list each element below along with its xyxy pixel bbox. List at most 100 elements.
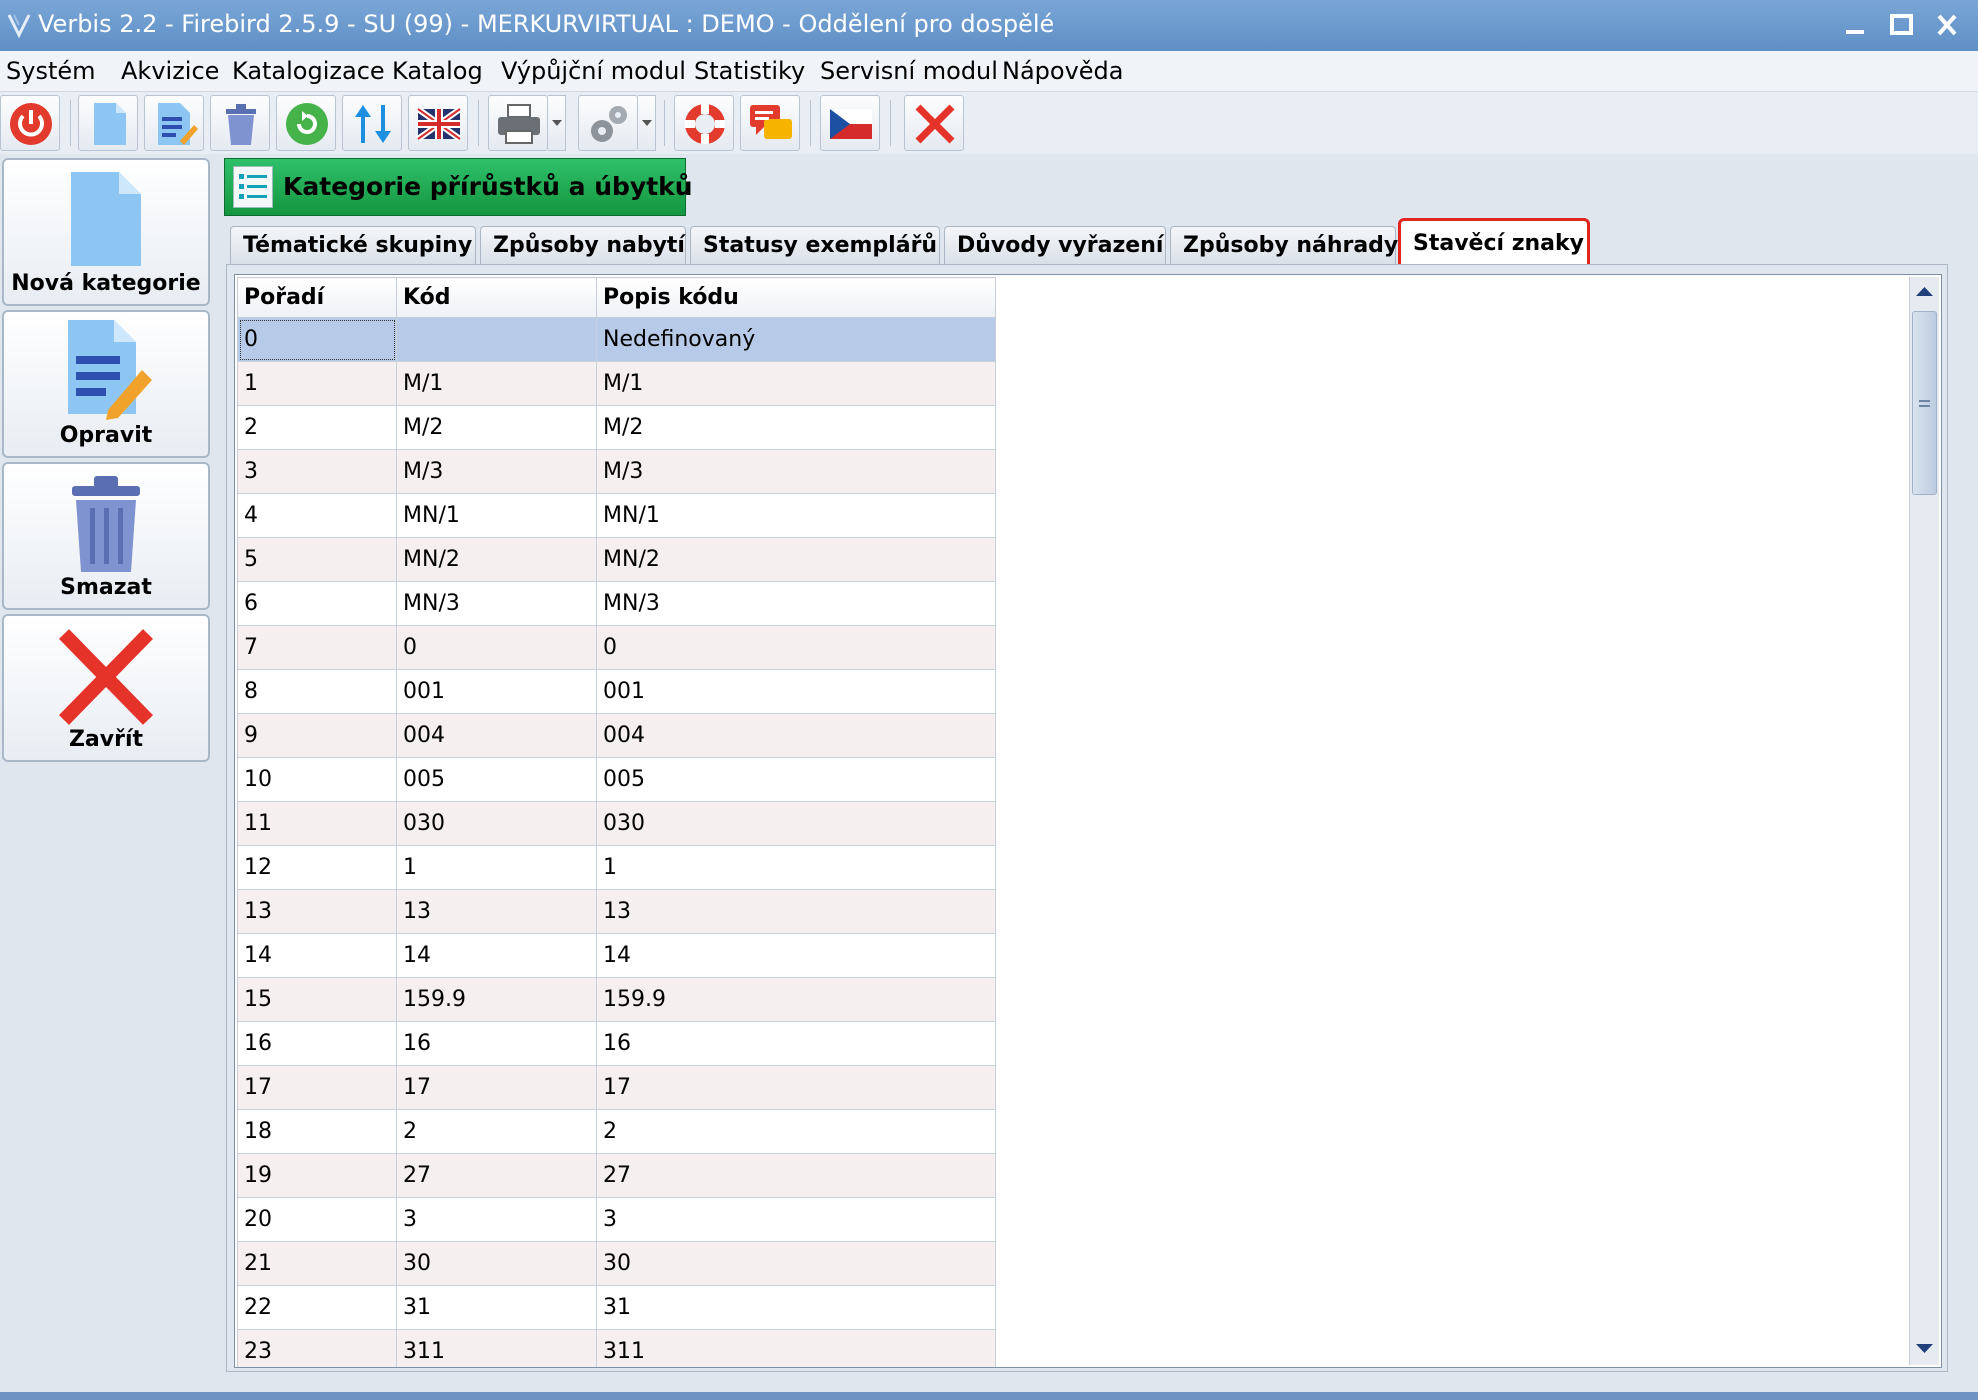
- cell-description[interactable]: 3: [596, 1197, 996, 1242]
- cell-code[interactable]: MN/3: [396, 581, 597, 626]
- cell-code[interactable]: 27: [396, 1153, 597, 1198]
- table-row[interactable]: 1 M/1 M/1: [237, 361, 996, 406]
- table-row[interactable]: 5 MN/2 MN/2: [237, 537, 996, 582]
- table-row[interactable]: 4 MN/1 MN/1: [237, 493, 996, 538]
- cell-order[interactable]: 11: [237, 801, 397, 846]
- table-row[interactable]: 6 MN/3 MN/3: [237, 581, 996, 626]
- cell-order[interactable]: 10: [237, 757, 397, 802]
- cell-description[interactable]: 030: [596, 801, 996, 846]
- cell-description[interactable]: 159.9: [596, 977, 996, 1022]
- cell-order[interactable]: 2: [237, 405, 397, 450]
- cell-order[interactable]: 8: [237, 669, 397, 714]
- cell-order[interactable]: 12: [237, 845, 397, 890]
- table-row[interactable]: 9 004 004: [237, 713, 996, 758]
- tab-acquisition-methods[interactable]: Způsoby nabytí: [480, 226, 686, 264]
- cell-order[interactable]: 20: [237, 1197, 397, 1242]
- vertical-scrollbar[interactable]: [1909, 277, 1939, 1365]
- cell-description[interactable]: MN/1: [596, 493, 996, 538]
- table-row[interactable]: 10 005 005: [237, 757, 996, 802]
- menu-katalog[interactable]: Katalog: [392, 57, 483, 85]
- tab-shelf-marks[interactable]: Stavěcí znaky: [1398, 218, 1590, 268]
- table-row[interactable]: 700: [237, 625, 996, 670]
- menu-akvizice[interactable]: Akvizice: [121, 57, 219, 85]
- cell-code[interactable]: 004: [396, 713, 597, 758]
- cell-description[interactable]: M/2: [596, 405, 996, 450]
- table-row[interactable]: 15 159.9 159.9: [237, 977, 996, 1022]
- cell-description[interactable]: 14: [596, 933, 996, 978]
- column-header-code[interactable]: Kód: [396, 277, 597, 318]
- menu-servisni-modul[interactable]: Servisní modul: [820, 57, 998, 85]
- cell-code[interactable]: 311: [396, 1329, 597, 1367]
- refresh-button[interactable]: [276, 95, 336, 151]
- tab-thematic-groups[interactable]: Tématické skupiny: [230, 226, 476, 264]
- cell-description[interactable]: M/1: [596, 361, 996, 406]
- cell-order[interactable]: 18: [237, 1109, 397, 1154]
- cell-code[interactable]: 001: [396, 669, 597, 714]
- cell-order[interactable]: 5: [237, 537, 397, 582]
- cell-order[interactable]: 19: [237, 1153, 397, 1198]
- cell-code[interactable]: 30: [396, 1241, 597, 1286]
- table-row[interactable]: 0 Nedefinovaný: [237, 317, 996, 362]
- cell-order[interactable]: 7: [237, 625, 397, 670]
- menu-statistiky[interactable]: Statistiky: [694, 57, 805, 85]
- cell-code[interactable]: M/3: [396, 449, 597, 494]
- cell-code[interactable]: 2: [396, 1109, 597, 1154]
- edit-button[interactable]: [144, 95, 204, 151]
- table-row[interactable]: 23 311 311: [237, 1329, 996, 1367]
- close-button[interactable]: Zavřít: [2, 614, 210, 762]
- help-button[interactable]: [674, 95, 734, 151]
- settings-button[interactable]: [578, 95, 638, 151]
- cell-order[interactable]: 15: [237, 977, 397, 1022]
- table-row[interactable]: 21 30 30: [237, 1241, 996, 1286]
- maximize-button[interactable]: [1884, 8, 1918, 42]
- table-row[interactable]: 17 17 17: [237, 1065, 996, 1110]
- cell-description[interactable]: 31: [596, 1285, 996, 1330]
- table-row[interactable]: 20 3 3: [237, 1197, 996, 1242]
- cell-order[interactable]: 14: [237, 933, 397, 978]
- cell-code[interactable]: 16: [396, 1021, 597, 1066]
- table-row[interactable]: 13 13 13: [237, 889, 996, 934]
- cell-order[interactable]: 17: [237, 1065, 397, 1110]
- cell-description[interactable]: M/3: [596, 449, 996, 494]
- cell-order[interactable]: 6: [237, 581, 397, 626]
- menu-system[interactable]: Systém: [6, 57, 96, 85]
- menu-vypujcni-modul[interactable]: Výpůjční modul: [501, 57, 686, 85]
- menu-napoveda[interactable]: Nápověda: [1002, 57, 1124, 85]
- table-row[interactable]: 19 27 27: [237, 1153, 996, 1198]
- cell-order[interactable]: 22: [237, 1285, 397, 1330]
- column-header-order[interactable]: Pořadí: [237, 277, 397, 318]
- close-window-button[interactable]: [1930, 8, 1964, 42]
- minimize-button[interactable]: [1838, 8, 1872, 42]
- cell-description[interactable]: 004: [596, 713, 996, 758]
- cell-order[interactable]: 3: [237, 449, 397, 494]
- language-english-button[interactable]: [408, 95, 468, 151]
- cell-code[interactable]: [396, 317, 597, 362]
- cell-order[interactable]: 21: [237, 1241, 397, 1286]
- cell-description[interactable]: 16: [596, 1021, 996, 1066]
- table-row[interactable]: 11 030 030: [237, 801, 996, 846]
- cell-description[interactable]: MN/2: [596, 537, 996, 582]
- column-header-description[interactable]: Popis kódu: [596, 277, 996, 318]
- delete-button[interactable]: [210, 95, 270, 151]
- edit-category-button[interactable]: Opravit: [2, 310, 210, 458]
- new-category-button[interactable]: Nová kategorie: [2, 158, 210, 306]
- cell-code[interactable]: 13: [396, 889, 597, 934]
- tab-copy-statuses[interactable]: Statusy exemplářů: [690, 226, 940, 264]
- table-row[interactable]: 16 16 16: [237, 1021, 996, 1066]
- new-button[interactable]: [78, 95, 138, 151]
- cell-description[interactable]: 001: [596, 669, 996, 714]
- cell-code[interactable]: 030: [396, 801, 597, 846]
- cell-description[interactable]: 30: [596, 1241, 996, 1286]
- cell-description[interactable]: 0: [596, 625, 996, 670]
- messages-button[interactable]: [740, 95, 800, 151]
- close-module-button[interactable]: [904, 95, 964, 151]
- print-button[interactable]: [488, 95, 548, 151]
- cell-code[interactable]: M/2: [396, 405, 597, 450]
- table-row[interactable]: 2 M/2 M/2: [237, 405, 996, 450]
- tab-replacement-methods[interactable]: Způsoby náhrady: [1170, 226, 1398, 264]
- cell-order[interactable]: 0: [237, 317, 397, 362]
- settings-dropdown-button[interactable]: [638, 95, 656, 151]
- cell-code[interactable]: 005: [396, 757, 597, 802]
- cell-code[interactable]: MN/1: [396, 493, 597, 538]
- table-row[interactable]: 18 2 2: [237, 1109, 996, 1154]
